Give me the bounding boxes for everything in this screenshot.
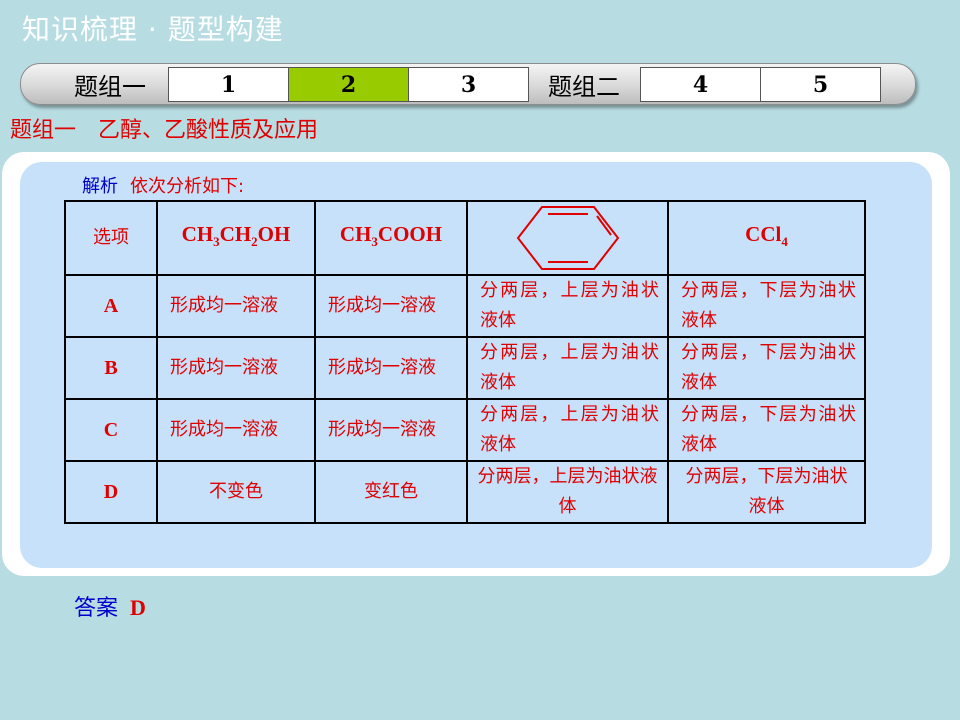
cell-acetic-acid: 变红色	[314, 460, 468, 524]
cell-ccl4: 分两层，下层为油状液体	[667, 398, 866, 462]
option-label: A	[64, 274, 158, 338]
cell-acetic-acid: 形成均一溶液	[314, 336, 468, 400]
option-label: D	[64, 460, 158, 524]
header-benzene	[466, 200, 669, 276]
comparison-table: 选项 CH3CH2OH CH3COOH CCl4 A 形成均一溶液 形成均一溶液…	[64, 200, 866, 524]
tab-group-2[interactable]: 题组二	[528, 67, 640, 102]
header-ccl4: CCl4	[667, 200, 866, 276]
section-group: 题组一	[10, 118, 77, 143]
analysis-label: 解析	[82, 176, 118, 197]
cell-ethanol: 形成均一溶液	[156, 336, 316, 400]
cell-benzene: 分两层，上层为油状液体	[466, 274, 669, 338]
tab-5[interactable]: 5	[760, 67, 881, 102]
cell-ethanol: 不变色	[156, 460, 316, 524]
table-header-row: 选项 CH3CH2OH CH3COOH CCl4	[64, 200, 866, 276]
table-row-a: A 形成均一溶液 形成均一溶液 分两层，上层为油状液体 分两层，下层为油状液体	[64, 274, 866, 338]
option-label: B	[64, 336, 158, 400]
answer-line: 答案 D	[74, 590, 146, 622]
tab-2[interactable]: 2	[288, 67, 409, 102]
cell-ccl4: 分两层，下层为油状液体	[667, 274, 866, 338]
cell-ethanol: 形成均一溶液	[156, 398, 316, 462]
tab-4[interactable]: 4	[640, 67, 761, 102]
section-title: 题组一 乙醇、乙酸性质及应用	[10, 112, 340, 144]
section-topic: 乙醇、乙酸性质及应用	[98, 118, 319, 143]
analysis-line: 解析 依次分析如下:	[82, 172, 244, 198]
table-row-d: D 不变色 变红色 分两层，上层为油状液体 分两层，下层为油状液体	[64, 460, 866, 524]
header-ethanol: CH3CH2OH	[156, 200, 316, 276]
benzene-ring-icon	[516, 206, 619, 270]
cell-ccl4: 分两层，下层为油状液体	[667, 336, 866, 400]
answer-label: 答案	[74, 596, 119, 621]
cell-benzene: 分两层，上层为油状液体	[466, 460, 669, 524]
table-row-c: C 形成均一溶液 形成均一溶液 分两层，上层为油状液体 分两层，下层为油状液体	[64, 398, 866, 462]
tab-1[interactable]: 1	[168, 67, 289, 102]
page-title: 知识梳理 · 题型构建	[22, 13, 284, 46]
cell-acetic-acid: 形成均一溶液	[314, 398, 468, 462]
analysis-text: 依次分析如下:	[130, 176, 245, 197]
tab-3[interactable]: 3	[408, 67, 529, 102]
answer-value: D	[130, 595, 146, 620]
cell-benzene: 分两层，上层为油状液体	[466, 398, 669, 462]
table-row-b: B 形成均一溶液 形成均一溶液 分两层，上层为油状液体 分两层，下层为油状液体	[64, 336, 866, 400]
cell-benzene: 分两层，上层为油状液体	[466, 336, 669, 400]
tab-group-1[interactable]: 题组一	[52, 67, 168, 102]
option-label: C	[64, 398, 158, 462]
header-option: 选项	[64, 200, 158, 276]
cell-ethanol: 形成均一溶液	[156, 274, 316, 338]
cell-acetic-acid: 形成均一溶液	[314, 274, 468, 338]
cell-ccl4: 分两层，下层为油状液体	[667, 460, 866, 524]
header-acetic-acid: CH3COOH	[314, 200, 468, 276]
